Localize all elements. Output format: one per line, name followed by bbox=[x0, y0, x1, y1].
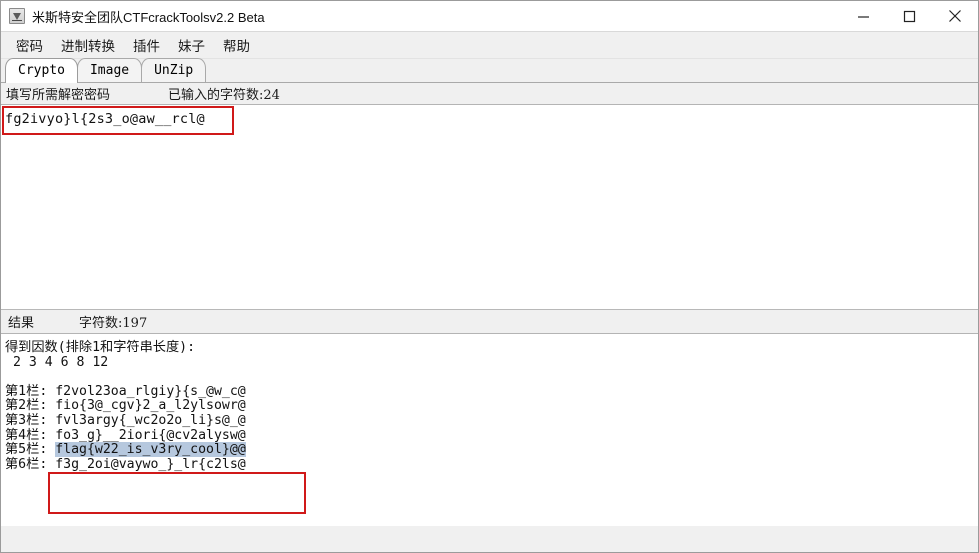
menu-bar: 密码 进制转换 插件 妹子 帮助 bbox=[1, 32, 978, 59]
tab-unzip[interactable]: UnZip bbox=[141, 58, 207, 83]
flag-selected-text[interactable]: flag{w22_is_v3ry_cool}@@ bbox=[55, 442, 246, 458]
maximize-button[interactable] bbox=[886, 1, 932, 31]
tab-image[interactable]: Image bbox=[76, 58, 143, 83]
result-line: 2 3 4 6 8 12 bbox=[5, 354, 109, 370]
minimize-button[interactable] bbox=[840, 1, 886, 31]
tab-underline bbox=[1, 82, 978, 83]
result-title-label: 结果 bbox=[8, 316, 35, 331]
result-label-strip: 结果 字符数:197 bbox=[1, 310, 978, 334]
close-button[interactable] bbox=[932, 1, 978, 31]
input-char-count-label: 已输入的字符数:24 bbox=[168, 88, 280, 103]
result-line-column-5-prefix: 第5栏: bbox=[5, 442, 56, 458]
coffee-cup-icon bbox=[9, 8, 25, 24]
result-line-column-2: 第2栏: fio{3@_cgv}2_a_l2ylsowr@ bbox=[5, 398, 246, 414]
menu-item-help[interactable]: 帮助 bbox=[214, 33, 259, 57]
result-line-column-5: 第5栏: flag{w22_is_v3ry_cool}@@ bbox=[1, 442, 978, 458]
result-line-blank bbox=[1, 370, 978, 385]
input-label-strip: 填写所需解密密码 已输入的字符数:24 bbox=[1, 83, 978, 105]
tab-crypto[interactable]: Crypto bbox=[5, 58, 78, 83]
application-window: 米斯特安全团队CTFcrackToolsv2.2 Beta 密码 进制转换 插件… bbox=[0, 0, 979, 553]
window-controls bbox=[840, 1, 978, 31]
password-input-value[interactable]: fg2ivyo}l{2s3_o@aw__rcl@ bbox=[1, 105, 978, 127]
tab-strip: Crypto Image UnZip bbox=[1, 58, 978, 83]
result-line: 得到因数(排除1和字符串长度): bbox=[5, 340, 196, 355]
result-char-count-label: 字符数:197 bbox=[79, 316, 148, 331]
title-bar: 米斯特安全团队CTFcrackToolsv2.2 Beta bbox=[1, 1, 978, 32]
password-input-area[interactable]: fg2ivyo}l{2s3_o@aw__rcl@ bbox=[1, 105, 978, 310]
menu-item-plugins[interactable]: 插件 bbox=[124, 33, 169, 57]
menu-item-girls[interactable]: 妹子 bbox=[169, 33, 214, 57]
result-line-column-4: 第4栏: fo3_g}__2iori{@cv2alysw@ bbox=[5, 427, 246, 443]
menu-item-password[interactable]: 密码 bbox=[7, 33, 52, 57]
result-output-area[interactable]: 得到因数(排除1和字符串长度): 2 3 4 6 8 12 第1栏: f2vol… bbox=[1, 334, 978, 526]
result-line-column-3: 第3栏: fvl3argy{_wc2o2o_li}s@_@ bbox=[5, 412, 246, 428]
menu-item-base-convert[interactable]: 进制转换 bbox=[52, 33, 124, 57]
result-line-column-6: 第6栏: f3g_2oi@vaywo_}_lr{c2ls@ bbox=[5, 456, 246, 472]
window-title: 米斯特安全团队CTFcrackToolsv2.2 Beta bbox=[32, 9, 265, 25]
input-prompt-label: 填写所需解密密码 bbox=[6, 88, 111, 103]
